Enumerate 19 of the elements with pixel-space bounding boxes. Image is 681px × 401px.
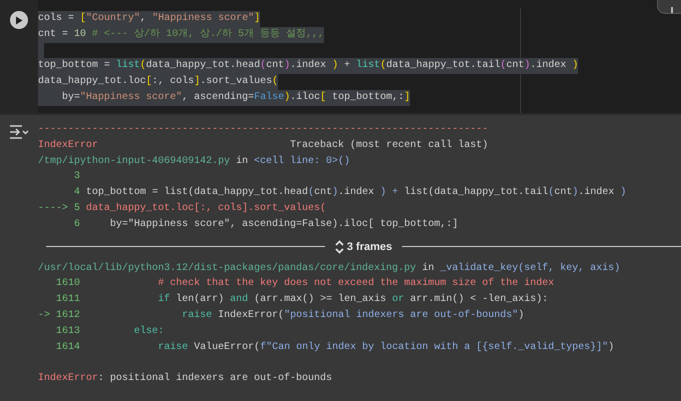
traceback-line: 4 top_bottom = list(data_happy_tot.head(cnt).index ) + list(data_happy_tot.tail(cnt).index )	[73, 186, 628, 200]
traceback-line: 1611 if len(arr) and (arr.max() >= len_axis or arr.min() < -len_axis):	[55, 292, 550, 308]
play-icon	[15, 16, 23, 24]
traceback-line: /tmp/ipython-input-4069409142.py in <cell line: 0>()	[38, 154, 352, 169]
traceback-line: 1614 raise ValueError(f"Can only index by location with a [{self._valid_types}]")	[55, 340, 616, 355]
output-toggle-button[interactable]	[9, 125, 29, 141]
traceback-line: -> 1612 raise IndexError("positional indexers are out-of-bounds")	[38, 308, 526, 323]
traceback-line: 3	[73, 170, 82, 184]
traceback-line: ----> 5 data_happy_tot.loc[:, cols].sort_values(	[38, 202, 328, 216]
error-message: IndexError: positional indexers are out-of-bounds	[38, 372, 334, 386]
frames-toggle[interactable]: 3 frames	[332, 240, 394, 254]
traceback-line: 6 by="Happiness score", ascending=False).iloc[ top_bottom,:]	[73, 218, 460, 232]
traceback-line: ---------------------------------------------------------------------------	[38, 123, 490, 137]
traceback-line: 1610 # check that the key does not exceed the maximum size of the index	[55, 276, 556, 292]
run-button[interactable]	[10, 11, 28, 29]
traceback-line: /usr/local/lib/python3.12/dist-packages/pandas/core/indexing.py in _validate_key(self, key, axis)	[38, 262, 622, 276]
traceback-line: IndexError Traceback (most recent call last)	[38, 138, 490, 153]
expand-icon	[334, 240, 344, 254]
traceback-line: 1613 else:	[55, 324, 166, 339]
